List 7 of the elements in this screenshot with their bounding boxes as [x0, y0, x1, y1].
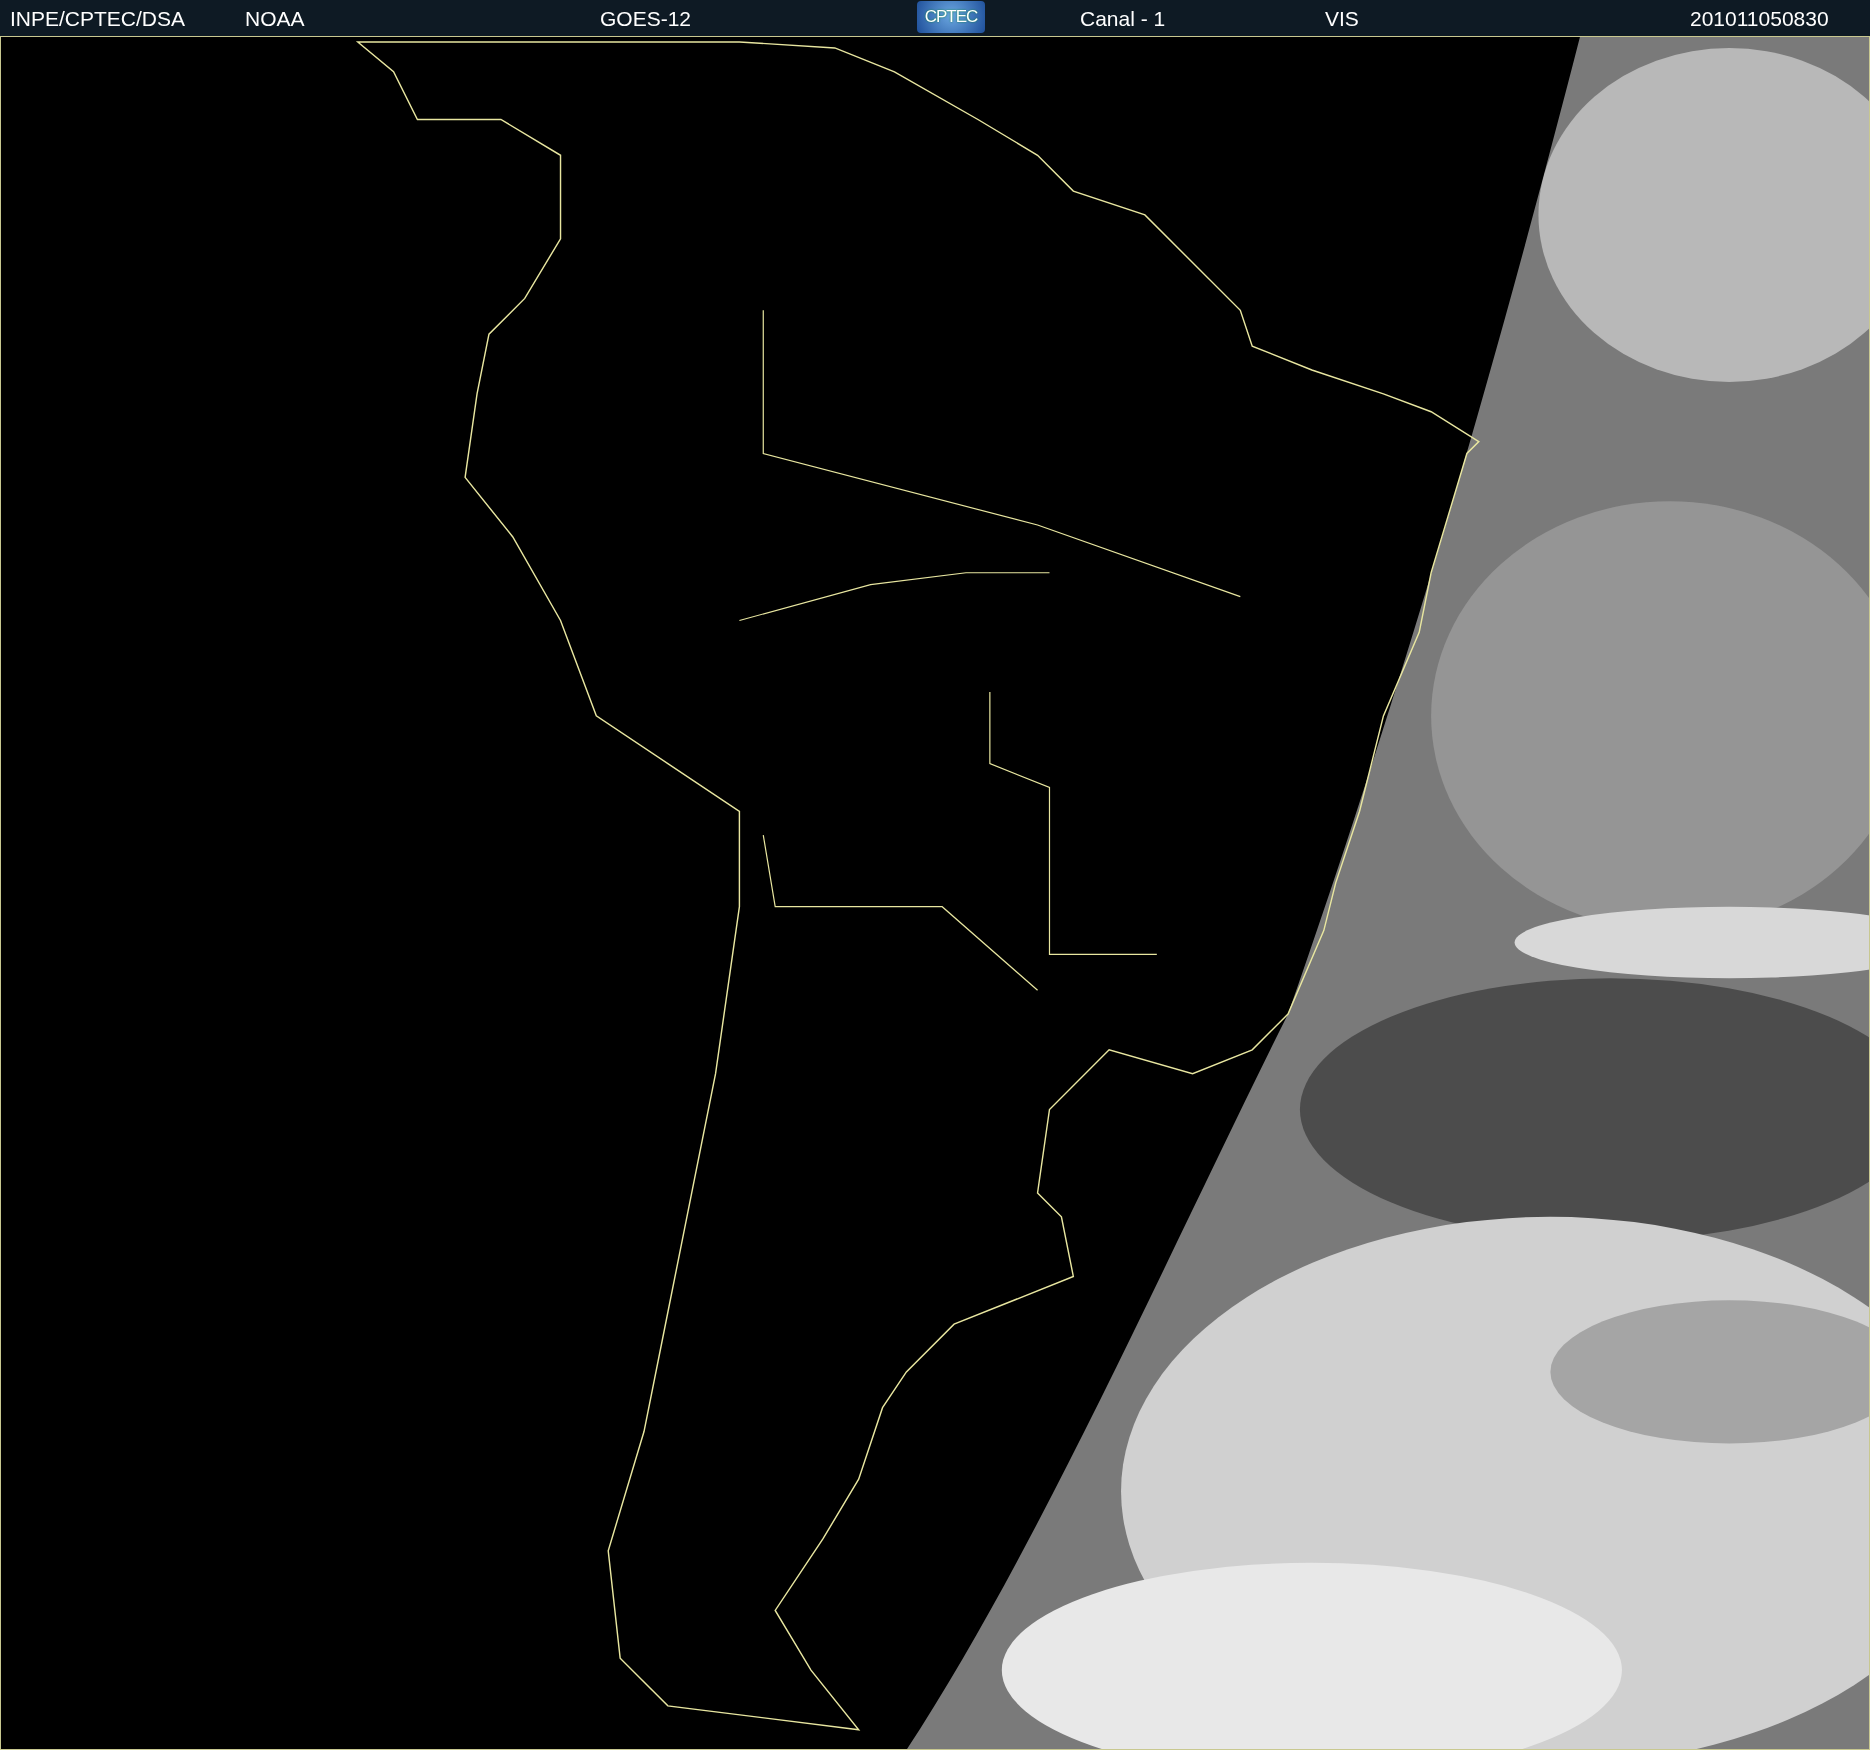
- header-label: NOAA: [245, 7, 305, 31]
- logo: CPTEC: [917, 1, 985, 33]
- header-label: GOES-12: [600, 7, 692, 31]
- header-label: VIS: [1325, 7, 1359, 31]
- header-label: INPE/CPTEC/DSA: [10, 7, 186, 31]
- header-label: Canal - 1: [1080, 7, 1166, 31]
- header-label: 201011050830: [1690, 7, 1829, 31]
